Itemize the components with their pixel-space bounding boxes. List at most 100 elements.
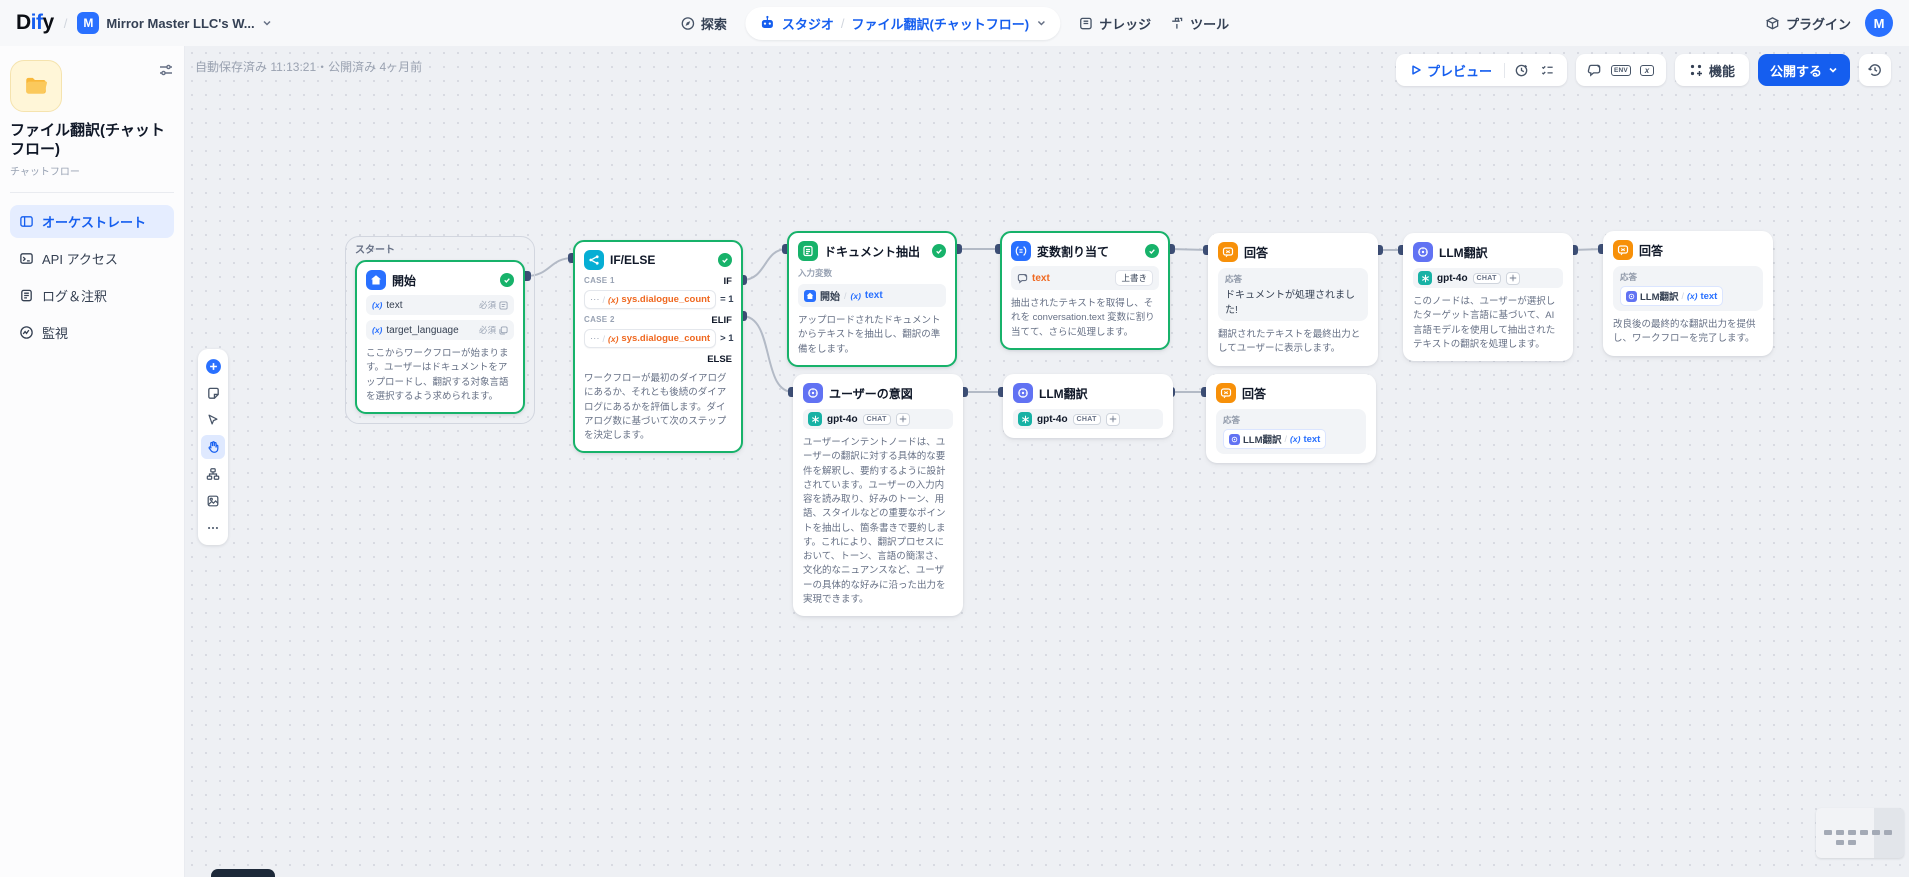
assigned-variable[interactable]: text 上書き bbox=[1011, 266, 1159, 290]
chat-mode-badge: CHAT bbox=[862, 413, 891, 425]
version-history-button[interactable] bbox=[1859, 54, 1891, 86]
workspace-name: Mirror Master LLC's W... bbox=[106, 15, 255, 31]
canvas-minimap[interactable] bbox=[1816, 808, 1904, 858]
workflow-canvas[interactable]: 自動保存済み 11:13:21・公開済み 4ヶ月前 プレビュー ENV x 機能… bbox=[185, 46, 1909, 877]
answer-reply-box: 応答 LLM翻訳 / (x) text bbox=[1216, 409, 1366, 454]
node-ifelse[interactable]: IF/ELSE CASE 1 IF ··· / (x) sys.dialogue… bbox=[573, 240, 743, 454]
divider bbox=[1503, 62, 1505, 78]
add-note-button[interactable] bbox=[201, 381, 225, 405]
success-check-icon bbox=[718, 253, 732, 267]
model-config-icon bbox=[1505, 271, 1520, 285]
model-selector[interactable]: gpt-4o CHAT bbox=[1013, 409, 1163, 429]
variable-icon: (x) bbox=[1290, 434, 1301, 444]
model-config-icon bbox=[1105, 412, 1120, 426]
export-image-button[interactable] bbox=[201, 489, 225, 513]
variables-inspect-button[interactable]: x bbox=[1634, 57, 1660, 83]
chat-mode-badge: CHAT bbox=[1472, 272, 1501, 284]
node-answer-refined[interactable]: 回答 応答 LLM翻訳 / (x) text bbox=[1206, 374, 1376, 463]
else-branch-label: ELSE bbox=[707, 354, 732, 365]
nav-knowledge[interactable]: ナレッジ bbox=[1078, 14, 1151, 33]
start-field-target-language[interactable]: (x) target_language 必須 bbox=[366, 320, 514, 340]
node-variable-assigner[interactable]: 変数割り当て text 上書き 抽出されたテキストを取得し、それを conver… bbox=[1000, 231, 1170, 350]
studio-breadcrumb-pill[interactable]: スタジオ / ファイル翻訳(チャットフロー) bbox=[744, 6, 1061, 40]
openai-logo-icon bbox=[1418, 271, 1432, 285]
canvas-actions: プレビュー ENV x 機能 公開する bbox=[1395, 54, 1891, 86]
node-doc-extractor[interactable]: ドキュメント抽出 入力変数 開始 / (x) text アップロードされたドキュ… bbox=[787, 231, 957, 367]
chevron-down-icon[interactable] bbox=[1036, 18, 1046, 28]
header-right: プラグイン M bbox=[1765, 9, 1893, 37]
explore-icon bbox=[681, 16, 694, 30]
model-selector[interactable]: gpt-4o CHAT bbox=[803, 409, 953, 429]
top-header: Dify / M Mirror Master LLC's W... 探索 スタジ… bbox=[0, 0, 1909, 46]
app-icon-tile[interactable] bbox=[10, 60, 62, 112]
variables-pill: ENV x bbox=[1575, 54, 1666, 86]
nav-tools[interactable]: ツール bbox=[1169, 14, 1229, 33]
checklist-button[interactable] bbox=[1535, 57, 1561, 83]
app-settings-icon[interactable] bbox=[158, 62, 174, 78]
breadcrumb-app-name[interactable]: ファイル翻訳(チャットフロー) bbox=[852, 14, 1030, 33]
preview-pill: プレビュー bbox=[1395, 54, 1567, 86]
run-timer-icon bbox=[1516, 64, 1528, 76]
condition-1[interactable]: ··· / (x) sys.dialogue_count bbox=[584, 290, 717, 309]
home-icon bbox=[366, 270, 386, 290]
ellipsis-icon bbox=[208, 526, 218, 530]
user-avatar[interactable]: M bbox=[1865, 9, 1893, 37]
nav-explore[interactable]: 探索 bbox=[680, 14, 727, 33]
main-nav: 探索 スタジオ / ファイル翻訳(チャットフロー) ナレッジ ツール bbox=[680, 6, 1229, 40]
doc-extract-input-variable[interactable]: 開始 / (x) text bbox=[798, 284, 946, 307]
header-left: Dify / M Mirror Master LLC's W... bbox=[16, 11, 272, 35]
document-extract-icon bbox=[798, 241, 818, 261]
sidebar-item-api-access[interactable]: API アクセス bbox=[10, 242, 174, 275]
chevron-down-icon bbox=[263, 20, 271, 26]
workspace-selector[interactable]: M Mirror Master LLC's W... bbox=[77, 12, 271, 34]
env-variables-button[interactable]: ENV bbox=[1608, 57, 1634, 83]
log-icon bbox=[21, 289, 32, 301]
node-answer-final[interactable]: 回答 応答 LLM翻訳 / (x) text 改良後の最終的な翻訳出力を提供し、… bbox=[1603, 231, 1773, 356]
organize-nodes-button[interactable] bbox=[201, 462, 225, 486]
chevron-down-icon bbox=[1829, 67, 1837, 73]
features-button[interactable]: 機能 bbox=[1681, 61, 1743, 80]
node-llm-translate[interactable]: LLM翻訳 gpt-4o CHAT このノードは、ユーザーが選択したターゲット言… bbox=[1403, 233, 1573, 361]
hand-mode-button[interactable] bbox=[201, 435, 225, 459]
image-icon bbox=[207, 495, 219, 507]
variable-icon: (x) bbox=[372, 300, 383, 310]
node-start[interactable]: 開始 (x) text 必須 (x) target_language 必須 ここ… bbox=[355, 260, 525, 414]
sidebar-item-monitoring[interactable]: 監視 bbox=[10, 316, 174, 349]
answer-icon bbox=[1218, 242, 1238, 262]
autosave-status: 自動保存済み 11:13:21・公開済み 4ヶ月前 bbox=[195, 60, 423, 74]
answer-reply-box: 応答 LLM翻訳 / (x) text bbox=[1613, 266, 1763, 311]
app-title: ファイル翻訳(チャットフロー) bbox=[10, 122, 165, 158]
success-check-icon bbox=[932, 244, 946, 258]
sidebar-item-logs-annotations[interactable]: ログ＆注釈 bbox=[10, 279, 174, 312]
run-timer-button[interactable] bbox=[1509, 57, 1535, 83]
node-answer-doc[interactable]: 回答 応答 ドキュメントが処理されました! 翻訳されたテキストを最終出力としてユ… bbox=[1208, 233, 1378, 366]
referenced-variable-pill[interactable]: LLM翻訳 / (x) text bbox=[1223, 429, 1327, 449]
add-node-button[interactable] bbox=[201, 354, 225, 378]
robot-icon bbox=[761, 15, 773, 28]
model-selector[interactable]: gpt-4o CHAT bbox=[1413, 268, 1563, 288]
ifelse-branch-icon bbox=[584, 250, 604, 270]
nav-plugins[interactable]: プラグイン bbox=[1765, 14, 1851, 33]
checklist-icon bbox=[1542, 65, 1554, 75]
sidebar-item-orchestrate[interactable]: オーケストレート bbox=[10, 204, 174, 238]
start-group-label: スタート bbox=[355, 245, 395, 256]
orchestrate-icon bbox=[20, 215, 33, 227]
play-icon bbox=[1412, 65, 1421, 75]
llm-icon bbox=[803, 383, 823, 403]
node-llm-refine[interactable]: LLM翻訳 gpt-4o CHAT bbox=[1003, 374, 1173, 438]
dify-logo[interactable]: Dify bbox=[16, 11, 54, 35]
node-user-intent[interactable]: ユーザーの意図 gpt-4o CHAT ユーザーインテントノードは、ユーザーの翻… bbox=[793, 374, 963, 616]
preview-button[interactable]: プレビュー bbox=[1402, 61, 1500, 80]
openai-logo-icon bbox=[808, 412, 822, 426]
nav-studio[interactable]: スタジオ bbox=[782, 14, 834, 33]
more-options-button[interactable] bbox=[201, 516, 225, 540]
variable-x-icon: x bbox=[1639, 64, 1655, 76]
annotation-button[interactable] bbox=[1582, 57, 1608, 83]
condition-2[interactable]: ··· / (x) sys.dialogue_count bbox=[584, 329, 717, 348]
pointer-mode-button[interactable] bbox=[201, 408, 225, 432]
referenced-variable-pill[interactable]: LLM翻訳 / (x) text bbox=[1620, 286, 1724, 306]
bottom-toolbar-partial[interactable] bbox=[211, 869, 275, 877]
publish-button[interactable]: 公開する bbox=[1757, 54, 1850, 86]
start-field-text[interactable]: (x) text 必須 bbox=[366, 295, 514, 315]
variable-icon: (x) bbox=[372, 325, 383, 335]
